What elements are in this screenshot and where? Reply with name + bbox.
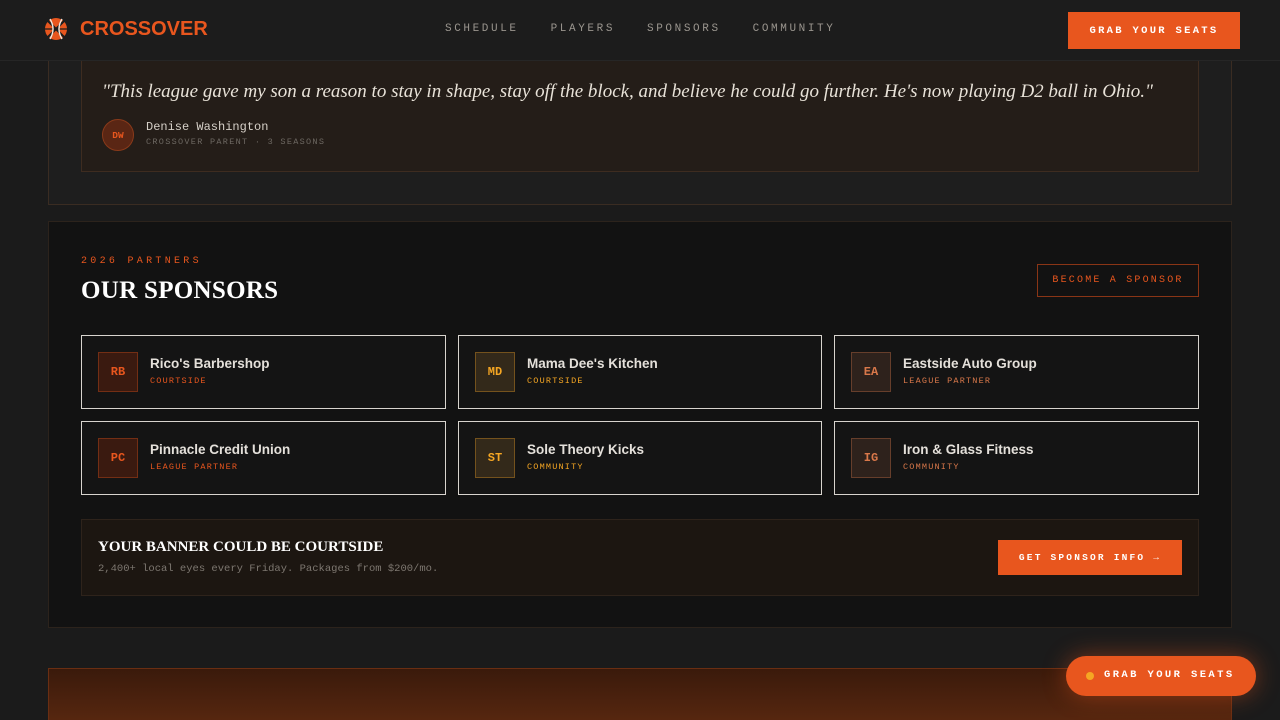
floating-cta-label: GRAB YOUR SEATS [1104, 669, 1235, 681]
testimonial-quote: "This league gave my son a reason to sta… [102, 81, 1153, 102]
sponsor-badge: RB [98, 352, 138, 392]
grab-seats-button[interactable]: GRAB YOUR SEATS [1068, 12, 1240, 49]
brand-logo[interactable]: CROSSOVER [42, 15, 208, 43]
section-kicker: 2026 PARTNERS [81, 256, 202, 267]
banner-title: YOUR BANNER COULD BE COURTSIDE [98, 539, 384, 555]
testimonial-author-role: CROSSOVER PARENT · 3 SEASONS [146, 137, 326, 147]
sponsor-card[interactable]: IG Iron & Glass Fitness COMMUNITY [834, 421, 1199, 495]
sponsor-badge: IG [851, 438, 891, 478]
nav-links: SCHEDULE PLAYERS SPONSORS COMMUNITY [445, 23, 867, 35]
sponsor-name: Rico's Barbershop [150, 356, 270, 371]
nav-link-schedule[interactable]: SCHEDULE [445, 23, 519, 35]
nav-link-community[interactable]: COMMUNITY [753, 23, 836, 35]
sponsor-badge: EA [851, 352, 891, 392]
sponsor-tier: LEAGUE PARTNER [903, 376, 992, 386]
get-sponsor-info-button[interactable]: GET SPONSOR INFO → [998, 540, 1182, 575]
sponsor-card[interactable]: EA Eastside Auto Group LEAGUE PARTNER [834, 335, 1199, 409]
sponsor-name: Eastside Auto Group [903, 356, 1037, 371]
sponsor-card[interactable]: MD Mama Dee's Kitchen COURTSIDE [458, 335, 822, 409]
floating-grab-seats-button[interactable]: GRAB YOUR SEATS [1066, 656, 1256, 696]
banner-subtitle: 2,400+ local eyes every Friday. Packages… [98, 563, 439, 575]
sponsor-tier: COURTSIDE [527, 376, 584, 386]
sponsor-name: Mama Dee's Kitchen [527, 356, 658, 371]
sponsor-card[interactable]: ST Sole Theory Kicks COMMUNITY [458, 421, 822, 495]
sponsor-badge: PC [98, 438, 138, 478]
sponsor-name: Pinnacle Credit Union [150, 442, 291, 457]
sponsor-tier: COURTSIDE [150, 376, 207, 386]
testimonial-card [81, 50, 1199, 172]
basketball-logo-icon [45, 18, 67, 40]
top-nav: CROSSOVER SCHEDULE PLAYERS SPONSORS COMM… [0, 0, 1280, 61]
become-sponsor-button[interactable]: BECOME A SPONSOR [1037, 264, 1199, 297]
avatar: DW [102, 119, 134, 151]
sponsor-card[interactable]: RB Rico's Barbershop COURTSIDE [81, 335, 446, 409]
next-section [48, 668, 1232, 720]
sponsor-name: Sole Theory Kicks [527, 442, 645, 457]
testimonial-author-name: Denise Washington [146, 120, 269, 134]
sponsor-tier: COMMUNITY [527, 462, 584, 472]
sponsor-tier: LEAGUE PARTNER [150, 462, 239, 472]
brand-name: CROSSOVER [80, 17, 208, 40]
sponsor-badge: MD [475, 352, 515, 392]
status-dot-icon [1086, 672, 1094, 680]
sponsor-name: Iron & Glass Fitness [903, 442, 1034, 457]
section-title: OUR SPONSORS [81, 277, 279, 304]
sponsor-badge: ST [475, 438, 515, 478]
nav-link-sponsors[interactable]: SPONSORS [647, 23, 721, 35]
nav-link-players[interactable]: PLAYERS [551, 23, 615, 35]
sponsor-card[interactable]: PC Pinnacle Credit Union LEAGUE PARTNER [81, 421, 446, 495]
sponsor-tier: COMMUNITY [903, 462, 960, 472]
